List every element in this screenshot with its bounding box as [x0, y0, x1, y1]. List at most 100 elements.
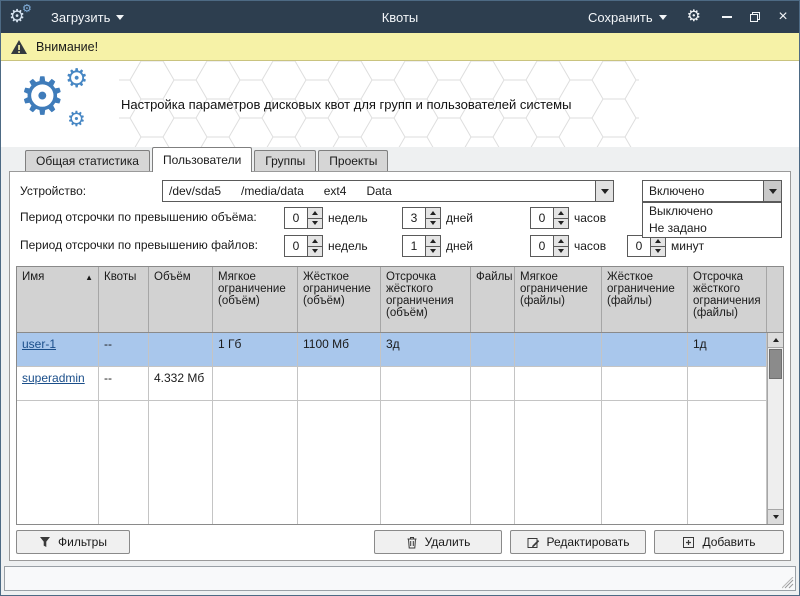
triangle-down-icon	[558, 221, 564, 225]
plus-icon	[682, 536, 695, 549]
spinner-value[interactable]: 0	[627, 235, 651, 257]
titlebar: ⚙ ⚙ Загрузить Квоты Сохранить ⚙	[1, 1, 799, 33]
status-bar	[4, 566, 796, 591]
header-description: Настройка параметров дисковых квот для г…	[121, 61, 661, 147]
chevron-down-icon	[769, 189, 777, 194]
delete-button[interactable]: Удалить	[374, 530, 502, 554]
spinner-up-button[interactable]	[308, 236, 322, 246]
column-header-name[interactable]: Имя ▲	[17, 267, 99, 332]
tab-groups[interactable]: Группы	[254, 150, 316, 171]
triangle-up-icon	[312, 239, 318, 243]
spinner-up-button[interactable]	[308, 208, 322, 218]
warning-text: Внимание!	[36, 40, 98, 54]
user-link[interactable]: superadmin	[22, 371, 85, 385]
column-header-hard-files[interactable]: Жёсткое ограничение (файлы)	[602, 267, 688, 332]
column-header-soft-volume[interactable]: Мягкое ограничение (объём)	[213, 267, 298, 332]
empty-cell	[99, 401, 149, 524]
spinner-value[interactable]: 3	[402, 207, 426, 229]
app-logo-gears-icon: ⚙ ⚙ ⚙	[17, 67, 117, 143]
scrollbar-track[interactable]	[768, 348, 783, 509]
maximize-button[interactable]	[747, 9, 763, 25]
column-header-files[interactable]: Файлы	[471, 267, 515, 332]
spinner-value[interactable]: 0	[284, 235, 308, 257]
table-row-user-1[interactable]: user-1 -- 1 Гб 1100 Мб 3д 1д	[17, 333, 767, 367]
device-combobox[interactable]: /dev/sda5 /media/data ext4 Data	[162, 180, 614, 202]
triangle-up-icon	[558, 239, 564, 243]
table-row-superadmin[interactable]: superadmin -- 4.332 Мб	[17, 367, 767, 401]
column-header-quotas[interactable]: Квоты	[99, 267, 149, 332]
grace-volume-weeks-spinner: 0	[284, 207, 323, 229]
trash-icon	[406, 536, 418, 549]
column-header-grace-files[interactable]: Отсрочка жёсткого ограничения (файлы)	[688, 267, 767, 332]
cell-grace-files: 1д	[688, 333, 767, 366]
hours-unit-label: часов	[574, 239, 606, 253]
save-dropdown-button[interactable]: Сохранить	[582, 6, 673, 29]
spinner-down-button[interactable]	[554, 246, 568, 257]
grace-volume-label: Период отсрочки по превышению объёма:	[20, 210, 257, 224]
add-label: Добавить	[702, 535, 755, 549]
spinner-value[interactable]: 0	[284, 207, 308, 229]
device-combobox-arrow[interactable]	[595, 181, 613, 201]
device-row: Устройство: /dev/sda5 /media/data ext4 D…	[16, 178, 784, 204]
tab-bar: Общая статистика Пользователи Группы Про…	[9, 147, 791, 171]
cell-files	[471, 367, 515, 400]
user-link[interactable]: user-1	[22, 337, 56, 351]
table-header-row: Имя ▲ Квоты Объём Мягкое ограничение (об…	[17, 267, 783, 333]
triangle-up-icon	[558, 211, 564, 215]
empty-cell	[298, 401, 381, 524]
spinner-value[interactable]: 0	[530, 235, 554, 257]
quota-status-combobox-arrow[interactable]	[763, 181, 781, 201]
tab-users[interactable]: Пользователи	[152, 147, 252, 172]
resize-grip[interactable]	[782, 577, 794, 589]
column-header-volume[interactable]: Объём	[149, 267, 213, 332]
status-option-disabled[interactable]: Выключено	[643, 203, 781, 220]
vertical-scrollbar[interactable]	[767, 333, 783, 524]
settings-gear-button[interactable]: ⚙	[687, 9, 701, 25]
app-gears-icon: ⚙ ⚙	[9, 5, 35, 29]
add-button[interactable]: Добавить	[654, 530, 784, 554]
cell-volume	[149, 333, 213, 366]
spinner-down-button[interactable]	[426, 218, 440, 229]
tab-projects[interactable]: Проекты	[318, 150, 388, 171]
spinner-down-button[interactable]	[308, 246, 322, 257]
grace-files-days-spinner: 1	[402, 235, 441, 257]
triangle-down-icon	[430, 221, 436, 225]
edit-button[interactable]: Редактировать	[510, 530, 646, 554]
status-option-unset[interactable]: Не задано	[643, 220, 781, 237]
quota-status-combobox[interactable]: Включено	[642, 180, 782, 202]
filters-button[interactable]: Фильтры	[16, 530, 130, 554]
spinner-down-button[interactable]	[554, 218, 568, 229]
cell-volume: 4.332 Мб	[149, 367, 213, 400]
cell-hard-files	[602, 367, 688, 400]
scroll-up-button[interactable]	[768, 333, 783, 348]
column-header-grace-volume[interactable]: Отсрочка жёсткого ограничения (объём)	[381, 267, 471, 332]
hours-unit-label: часов	[574, 211, 606, 225]
triangle-down-icon	[655, 249, 661, 253]
spinner-up-button[interactable]	[426, 236, 440, 246]
tab-general-statistics[interactable]: Общая статистика	[25, 150, 150, 171]
spinner-value[interactable]: 1	[402, 235, 426, 257]
save-label: Сохранить	[588, 10, 653, 25]
days-unit-label: дней	[446, 211, 473, 225]
spinner-down-button[interactable]	[651, 246, 665, 257]
close-button[interactable]: ×	[775, 9, 791, 25]
quota-status-value: Включено	[643, 181, 763, 201]
header-scrollbar-filler	[767, 267, 783, 332]
column-header-soft-files[interactable]: Мягкое ограничение (файлы)	[515, 267, 602, 332]
chevron-down-icon	[601, 189, 609, 194]
spinner-up-button[interactable]	[554, 236, 568, 246]
load-dropdown-button[interactable]: Загрузить	[45, 6, 130, 29]
spinner-down-button[interactable]	[426, 246, 440, 257]
app-header: ⚙ ⚙ ⚙ Настройка параметров дисковых квот…	[1, 61, 799, 147]
minimize-button[interactable]	[719, 9, 735, 25]
spinner-up-button[interactable]	[426, 208, 440, 218]
column-header-label: Имя	[22, 271, 44, 283]
scroll-down-button[interactable]	[768, 509, 783, 524]
spinner-down-button[interactable]	[308, 218, 322, 229]
scrollbar-thumb[interactable]	[769, 349, 782, 379]
column-header-hard-volume[interactable]: Жёсткое ограничение (объём)	[298, 267, 381, 332]
filters-label: Фильтры	[58, 535, 107, 549]
spinner-value[interactable]: 0	[530, 207, 554, 229]
days-unit-label: дней	[446, 239, 473, 253]
spinner-up-button[interactable]	[554, 208, 568, 218]
